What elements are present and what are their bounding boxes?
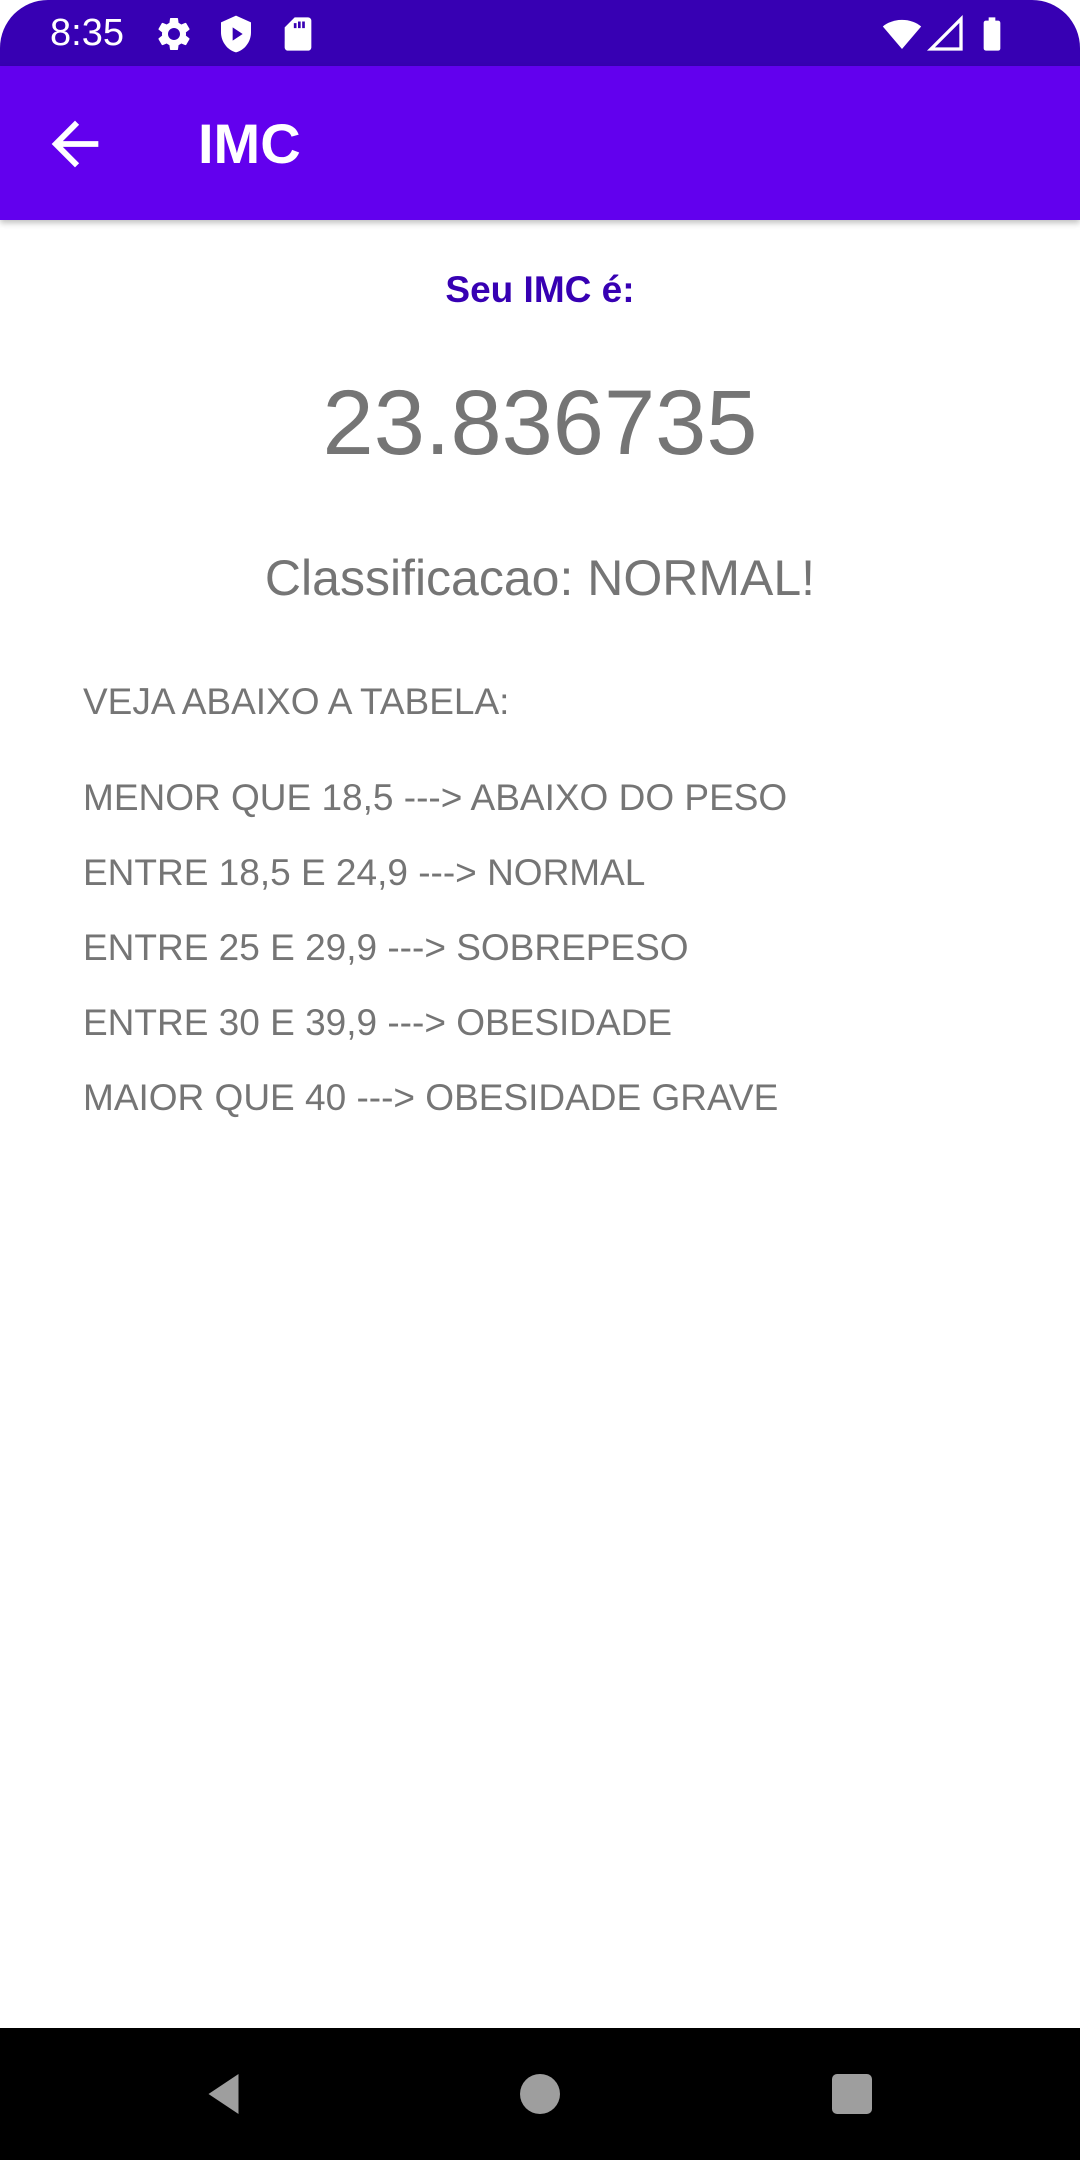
classification-text: Classificacao: NORMAL! bbox=[264, 550, 816, 606]
nav-recents-button[interactable] bbox=[822, 2064, 882, 2124]
table-heading: VEJA ABAIXO A TABELA: bbox=[83, 681, 510, 722]
table-row: ENTRE 25 E 29,9 ---> SOBREPESO bbox=[83, 927, 689, 968]
back-button[interactable] bbox=[40, 109, 110, 179]
table-row: MENOR QUE 18,5 ---> ABAIXO DO PESO bbox=[83, 777, 788, 818]
navigation-bar bbox=[0, 2028, 1080, 2160]
imc-value: 23.836735 bbox=[322, 372, 758, 474]
signal-icon bbox=[926, 14, 966, 54]
recents-square-icon bbox=[822, 2064, 882, 2124]
gear-icon bbox=[154, 14, 194, 54]
nav-home-button[interactable] bbox=[510, 2064, 570, 2124]
table-row: ENTRE 18,5 E 24,9 ---> NORMAL bbox=[83, 852, 646, 893]
nav-back-button[interactable] bbox=[196, 2064, 256, 2124]
table-row: ENTRE 30 E 39,9 ---> OBESIDADE bbox=[83, 1002, 673, 1043]
back-triangle-icon bbox=[196, 2064, 256, 2124]
table-row: MAIOR QUE 40 ---> OBESIDADE GRAVE bbox=[83, 1077, 779, 1118]
status-time: 8:35 bbox=[50, 12, 124, 54]
home-circle-icon bbox=[510, 2064, 570, 2124]
page-title: IMC bbox=[198, 112, 301, 175]
battery-icon bbox=[972, 14, 1012, 54]
wifi-icon bbox=[882, 14, 922, 54]
app-bar: IMC bbox=[0, 66, 1080, 220]
screen: 8:35 IMC Seu IMC é: 23.836735 Classifica… bbox=[0, 0, 1080, 2160]
arrow-back-icon bbox=[40, 109, 110, 179]
sd-card-icon bbox=[278, 14, 318, 54]
shield-play-icon bbox=[216, 14, 256, 54]
status-bar: 8:35 bbox=[0, 0, 1080, 66]
imc-result-label: Seu IMC é: bbox=[445, 269, 635, 310]
imc-table: MENOR QUE 18,5 ---> ABAIXO DO PESO ENTRE… bbox=[83, 776, 787, 1151]
